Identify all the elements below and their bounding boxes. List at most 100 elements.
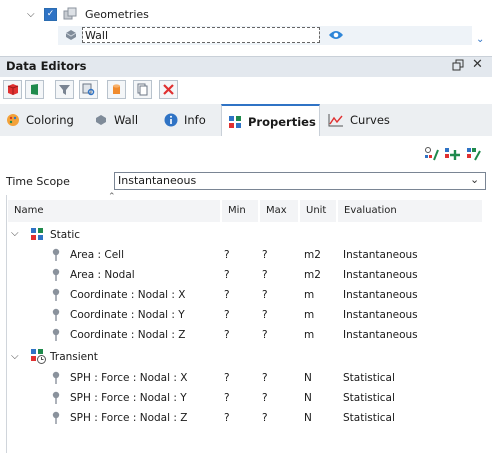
table-row[interactable]: Area : Cell?? m2 Instantaneous: [48, 245, 484, 265]
property-min: ?: [224, 309, 230, 321]
property-name: SPH : Force : Nodal : Z: [70, 412, 188, 424]
property-name: SPH : Force : Nodal : Y: [70, 392, 187, 404]
toolbar-green-button[interactable]: [25, 80, 44, 99]
restore-icon[interactable]: [452, 59, 464, 71]
property-unit: m: [304, 329, 315, 341]
column-evaluation[interactable]: Evaluation: [338, 200, 484, 222]
table-row[interactable]: SPH : Force : Nodal : X?? N Statistical: [48, 368, 484, 388]
info-icon: [164, 113, 178, 126]
property-pin-icon: [51, 268, 61, 282]
property-unit: N: [304, 372, 312, 384]
expand-static-icon[interactable]: ⌵: [11, 228, 19, 239]
property-min: ?: [224, 372, 230, 384]
property-max: ?: [262, 329, 268, 341]
property-name: Coordinate : Nodal : X: [70, 289, 186, 301]
chevron-down-icon[interactable]: ⌄: [470, 173, 479, 186]
property-pin-icon: [51, 371, 61, 385]
property-pin-icon: [51, 308, 61, 322]
table-row[interactable]: Coordinate : Nodal : X?? m Instantaneous: [48, 285, 484, 305]
static-group-icon: [31, 228, 44, 241]
transient-group-label[interactable]: Transient: [50, 347, 98, 367]
table-row[interactable]: SPH : Force : Nodal : Z?? N Statistical: [48, 408, 484, 428]
toolbar-cube-button[interactable]: [3, 80, 22, 99]
property-unit: N: [304, 392, 312, 404]
time-scope-value: Instantaneous: [118, 174, 197, 187]
tab-curves-label: Curves: [350, 112, 390, 127]
expand-transient-icon[interactable]: ⌵: [11, 351, 19, 362]
table-row[interactable]: Coordinate : Nodal : Y?? m Instantaneous: [48, 305, 484, 325]
property-evaluation: Statistical: [343, 392, 395, 404]
add-property-icon[interactable]: [444, 146, 460, 162]
property-pin-icon: [51, 411, 61, 425]
scroll-down-icon[interactable]: ⌄: [476, 34, 484, 45]
tab-coloring-label: Coloring: [26, 112, 74, 127]
edit-properties-icon[interactable]: [424, 146, 440, 162]
property-min: ?: [224, 412, 230, 424]
tab-coloring[interactable]: Coloring: [0, 104, 82, 135]
property-unit: m: [304, 289, 315, 301]
property-name: Coordinate : Nodal : Y: [70, 309, 185, 321]
property-min: ?: [224, 249, 230, 261]
close-panel-icon[interactable]: ✕: [472, 57, 483, 72]
time-scope-label: Time Scope: [6, 175, 70, 188]
property-pin-icon: [51, 328, 61, 342]
curves-icon: [328, 113, 343, 126]
column-max[interactable]: Max: [260, 200, 300, 222]
property-unit: m: [304, 309, 315, 321]
property-pin-icon: [51, 248, 61, 262]
tab-wall-label: Wall: [114, 112, 139, 127]
tab-wall[interactable]: Wall: [88, 104, 154, 135]
chevron-down-icon[interactable]: ⌵: [27, 9, 35, 20]
table-row[interactable]: SPH : Force : Nodal : Y?? N Statistical: [48, 388, 484, 408]
property-max: ?: [262, 372, 268, 384]
tab-curves[interactable]: Curves: [322, 104, 400, 135]
tab-properties[interactable]: Properties: [221, 104, 320, 137]
property-evaluation: Statistical: [343, 412, 395, 424]
table-row[interactable]: Area : Nodal?? m2 Instantaneous: [48, 265, 484, 285]
eye-icon[interactable]: [328, 29, 344, 41]
property-evaluation: Instantaneous: [343, 249, 418, 261]
property-min: ?: [224, 289, 230, 301]
copy-icon[interactable]: [133, 80, 152, 99]
geometries-label[interactable]: Geometries: [85, 8, 149, 21]
column-unit[interactable]: Unit: [300, 200, 338, 222]
tab-info-label: Info: [184, 112, 206, 127]
filter-icon[interactable]: [55, 80, 74, 99]
column-name[interactable]: Name: [8, 200, 222, 222]
tab-info[interactable]: Info: [158, 104, 218, 135]
panel-title: Data Editors: [6, 59, 87, 73]
palette-icon: [7, 113, 19, 126]
property-pin-icon: [51, 391, 61, 405]
property-name: Coordinate : Nodal : Z: [70, 329, 186, 341]
geometries-checkbox[interactable]: ✓: [44, 8, 57, 21]
property-settings-icon[interactable]: [466, 146, 482, 162]
property-max: ?: [262, 392, 268, 404]
cylinder-icon[interactable]: [107, 80, 126, 99]
search-table-icon[interactable]: [79, 80, 98, 99]
wall-tab-icon: [96, 114, 106, 125]
property-max: ?: [262, 249, 268, 261]
property-evaluation: Instantaneous: [343, 289, 418, 301]
delete-icon[interactable]: [159, 80, 178, 99]
property-unit: m2: [304, 249, 321, 261]
property-unit: m2: [304, 269, 321, 281]
wall-label[interactable]: Wall: [82, 27, 320, 43]
property-name: SPH : Force : Nodal : X: [70, 372, 188, 384]
column-min[interactable]: Min: [222, 200, 260, 222]
property-max: ?: [262, 269, 268, 281]
property-min: ?: [224, 392, 230, 404]
property-pin-icon: [51, 288, 61, 302]
property-max: ?: [262, 309, 268, 321]
properties-icon: [229, 115, 241, 128]
property-evaluation: Instantaneous: [343, 269, 418, 281]
table-row[interactable]: Coordinate : Nodal : Z?? m Instantaneous: [48, 325, 484, 345]
property-min: ?: [224, 329, 230, 341]
geometries-icon: [62, 6, 78, 22]
static-group-label[interactable]: Static: [50, 225, 80, 245]
property-evaluation: Instantaneous: [343, 309, 418, 321]
property-max: ?: [262, 412, 268, 424]
property-name: Area : Cell: [70, 249, 125, 261]
wall-geometry-icon: [63, 27, 79, 43]
time-scope-select[interactable]: Instantaneous: [114, 172, 486, 190]
property-max: ?: [262, 289, 268, 301]
